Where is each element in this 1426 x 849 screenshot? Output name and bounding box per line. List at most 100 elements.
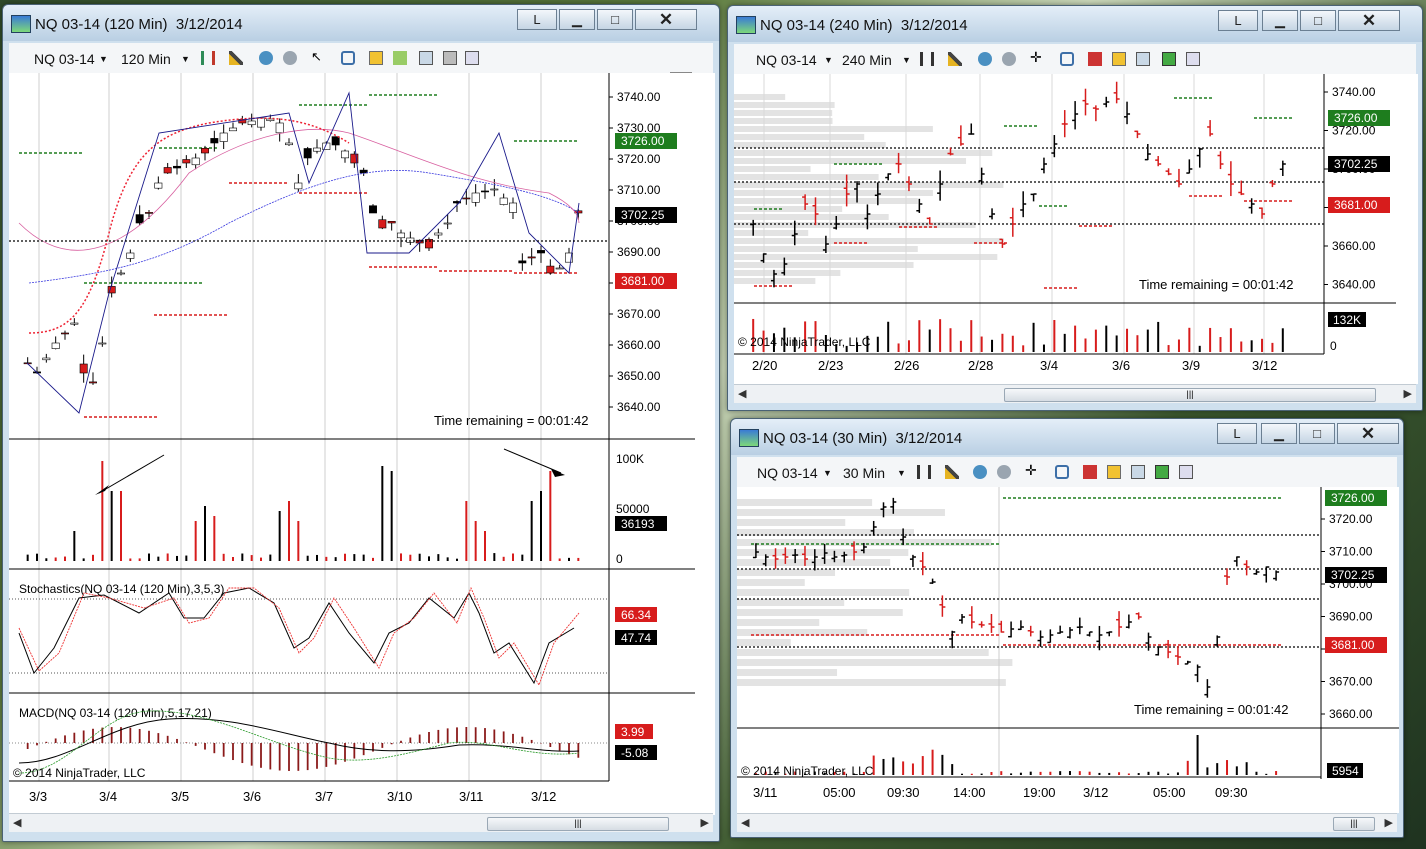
candle-body	[527, 256, 536, 259]
volume-badge-text: 5954	[1332, 764, 1359, 778]
window-title: NQ 03-14 (240 Min) 3/12/2014	[760, 17, 968, 34]
chart-area[interactable]: 3740.003720.003700.003680.003660.003640.…	[734, 74, 1418, 384]
close-button[interactable]: ✕	[1338, 10, 1400, 31]
scrollbar-thumb[interactable]: |||	[487, 817, 669, 831]
strategy-icon[interactable]	[1002, 52, 1016, 66]
horizontal-scrollbar[interactable]: ||| ◀ ▶	[737, 813, 1397, 832]
add-indicator-icon[interactable]	[973, 465, 987, 479]
scroll-left-icon[interactable]: ◀	[741, 816, 749, 829]
add-indicator-icon[interactable]	[978, 52, 992, 66]
link-button[interactable]: L	[517, 9, 557, 30]
strategy-icon[interactable]	[283, 51, 297, 65]
title-bar[interactable]: NQ 03-14 (30 Min) 3/12/2014 L ▁ □ ✕	[731, 419, 1403, 455]
scroll-left-icon[interactable]: ◀	[738, 387, 746, 400]
link-button[interactable]: L	[1218, 10, 1258, 31]
interval-selector[interactable]: 240 Min	[842, 52, 892, 68]
instrument-dropdown-icon[interactable]: ▼	[824, 55, 833, 65]
interval-dropdown-icon[interactable]: ▼	[181, 54, 190, 64]
candle-body	[490, 188, 499, 191]
maximize-button[interactable]: □	[1299, 423, 1335, 444]
data-box-icon[interactable]	[369, 51, 383, 65]
minimize-button[interactable]: ▁	[1261, 423, 1297, 444]
chart-toolbar: NQ 03-14 ▼ 120 Min ▼ ↖	[9, 43, 713, 74]
close-button[interactable]: ✕	[635, 9, 697, 30]
price-tick-label: 3650.00	[617, 369, 661, 383]
chart-trader-icon[interactable]	[1112, 52, 1126, 66]
scroll-right-icon[interactable]: ▶	[1385, 816, 1393, 829]
pencil-icon[interactable]	[945, 465, 959, 479]
candle-body	[42, 357, 51, 361]
zoom-icon[interactable]	[1060, 52, 1074, 66]
price-badge-red-text: 3681.00	[1331, 638, 1375, 652]
instrument-dropdown-icon[interactable]: ▼	[99, 54, 108, 64]
pencil-icon[interactable]	[229, 51, 243, 65]
instrument-selector[interactable]: NQ 03-14	[757, 465, 818, 481]
price-chart-240min[interactable]: 3740.003720.003700.003680.003660.003640.…	[734, 74, 1418, 384]
scroll-right-icon[interactable]: ▶	[701, 816, 709, 829]
interval-selector[interactable]: 120 Min	[121, 51, 171, 67]
properties-icon[interactable]	[1131, 465, 1145, 479]
interval-selector[interactable]: 30 Min	[843, 465, 885, 481]
bars-style-icon[interactable]	[917, 465, 931, 479]
pointer-icon[interactable]: ↖	[311, 49, 325, 64]
maximize-button[interactable]: □	[597, 9, 633, 30]
strategy-icon[interactable]	[997, 465, 1011, 479]
chart-trader-icon[interactable]	[1107, 465, 1121, 479]
zoom-icon[interactable]	[1055, 465, 1069, 479]
scroll-left-icon[interactable]: ◀	[13, 816, 21, 829]
instrument-selector[interactable]: NQ 03-14	[756, 52, 817, 68]
template-icon[interactable]	[443, 51, 457, 65]
bars-style-icon[interactable]	[920, 52, 934, 66]
interval-dropdown-icon[interactable]: ▼	[902, 55, 911, 65]
scroll-right-icon[interactable]: ▶	[1404, 387, 1412, 400]
scrollbar-thumb[interactable]: |||	[1333, 817, 1375, 831]
money-icon[interactable]	[1155, 465, 1169, 479]
volume-profile-bar	[734, 238, 1004, 244]
volume-profile-bar	[737, 579, 805, 586]
pencil-icon[interactable]	[948, 52, 962, 66]
bars-style-icon[interactable]	[201, 51, 215, 65]
panel-icon[interactable]	[1179, 465, 1193, 479]
close-button[interactable]: ✕	[1337, 423, 1399, 444]
volume-profile-bar	[737, 509, 945, 516]
date-label: 2/23	[818, 358, 843, 373]
zoom-icon[interactable]	[341, 51, 355, 65]
window-title: NQ 03-14 (30 Min) 3/12/2014	[763, 430, 963, 447]
panel-icon[interactable]	[465, 51, 479, 65]
candle-body	[378, 219, 387, 229]
horizontal-scrollbar[interactable]: ||| ◀ ▶	[734, 384, 1416, 403]
chart-trader-icon[interactable]	[393, 51, 407, 65]
price-chart-30min[interactable]: 3720.003710.003700.003690.003680.003670.…	[737, 487, 1399, 813]
horizontal-scrollbar[interactable]: ||| ◀ ▶	[9, 813, 713, 832]
chart-window-120min: NQ 03-14 (120 Min) 3/12/2014 L ▁ □ ✕ NQ …	[2, 4, 720, 842]
properties-icon[interactable]	[419, 51, 433, 65]
crosshair-icon[interactable]: ✛	[1030, 49, 1044, 65]
candle-body	[210, 138, 219, 144]
title-bar[interactable]: NQ 03-14 (240 Min) 3/12/2014 L ▁ □ ✕	[728, 6, 1422, 42]
price-tick-label: 3670.00	[1329, 675, 1373, 689]
instrument-selector[interactable]: NQ 03-14	[34, 51, 95, 67]
panel-icon[interactable]	[1186, 52, 1200, 66]
link-button[interactable]: L	[1217, 423, 1257, 444]
add-indicator-icon[interactable]	[259, 51, 273, 65]
money-icon[interactable]	[1162, 52, 1176, 66]
scrollbar-thumb[interactable]: |||	[1004, 388, 1376, 402]
chart-area[interactable]: 3720.003710.003700.003690.003680.003670.…	[737, 487, 1399, 813]
title-bar[interactable]: NQ 03-14 (120 Min) 3/12/2014 L ▁ □ ✕	[3, 5, 719, 41]
crosshair-icon[interactable]: ✛	[1025, 462, 1039, 478]
minimize-button[interactable]: ▁	[559, 9, 595, 30]
chart-area[interactable]: 3740.003730.003720.003710.003700.003690.…	[9, 73, 715, 815]
chart-window-icon	[11, 15, 31, 33]
volume-profile-bar	[737, 589, 910, 596]
maximize-button[interactable]: □	[1300, 10, 1336, 31]
data-box-icon[interactable]	[1083, 465, 1097, 479]
properties-icon[interactable]	[1136, 52, 1150, 66]
instrument-dropdown-icon[interactable]: ▼	[823, 468, 832, 478]
candle-body	[406, 237, 415, 243]
price-badge-current-text: 3702.25	[621, 208, 665, 222]
interval-dropdown-icon[interactable]: ▼	[897, 468, 906, 478]
data-box-icon[interactable]	[1088, 52, 1102, 66]
price-chart-120min[interactable]: 3740.003730.003720.003710.003700.003690.…	[9, 73, 715, 815]
minimize-button[interactable]: ▁	[1262, 10, 1298, 31]
price-badge-current-text: 3702.25	[1334, 157, 1378, 171]
